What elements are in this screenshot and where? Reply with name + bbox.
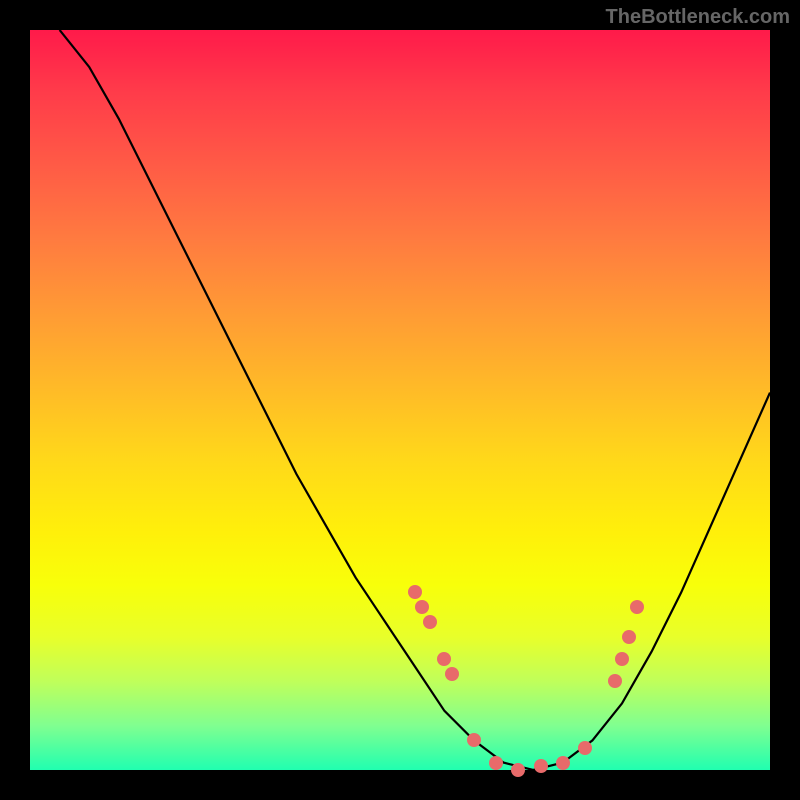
sample-dot bbox=[608, 674, 622, 688]
sample-dot bbox=[423, 615, 437, 629]
sample-dot bbox=[437, 652, 451, 666]
curve-svg bbox=[30, 30, 770, 770]
sample-dot bbox=[511, 763, 525, 777]
sample-dot bbox=[534, 759, 548, 773]
sample-dot bbox=[615, 652, 629, 666]
watermark-text: TheBottleneck.com bbox=[606, 6, 790, 29]
sample-dot bbox=[445, 667, 459, 681]
sample-dot bbox=[556, 756, 570, 770]
sample-dot bbox=[415, 600, 429, 614]
sample-dot bbox=[578, 741, 592, 755]
bottleneck-curve bbox=[60, 30, 770, 770]
chart-plot-area bbox=[30, 30, 770, 770]
sample-dot bbox=[630, 600, 644, 614]
sample-dot bbox=[467, 733, 481, 747]
sample-dot bbox=[408, 585, 422, 599]
sample-dot bbox=[622, 630, 636, 644]
sample-dot bbox=[489, 756, 503, 770]
